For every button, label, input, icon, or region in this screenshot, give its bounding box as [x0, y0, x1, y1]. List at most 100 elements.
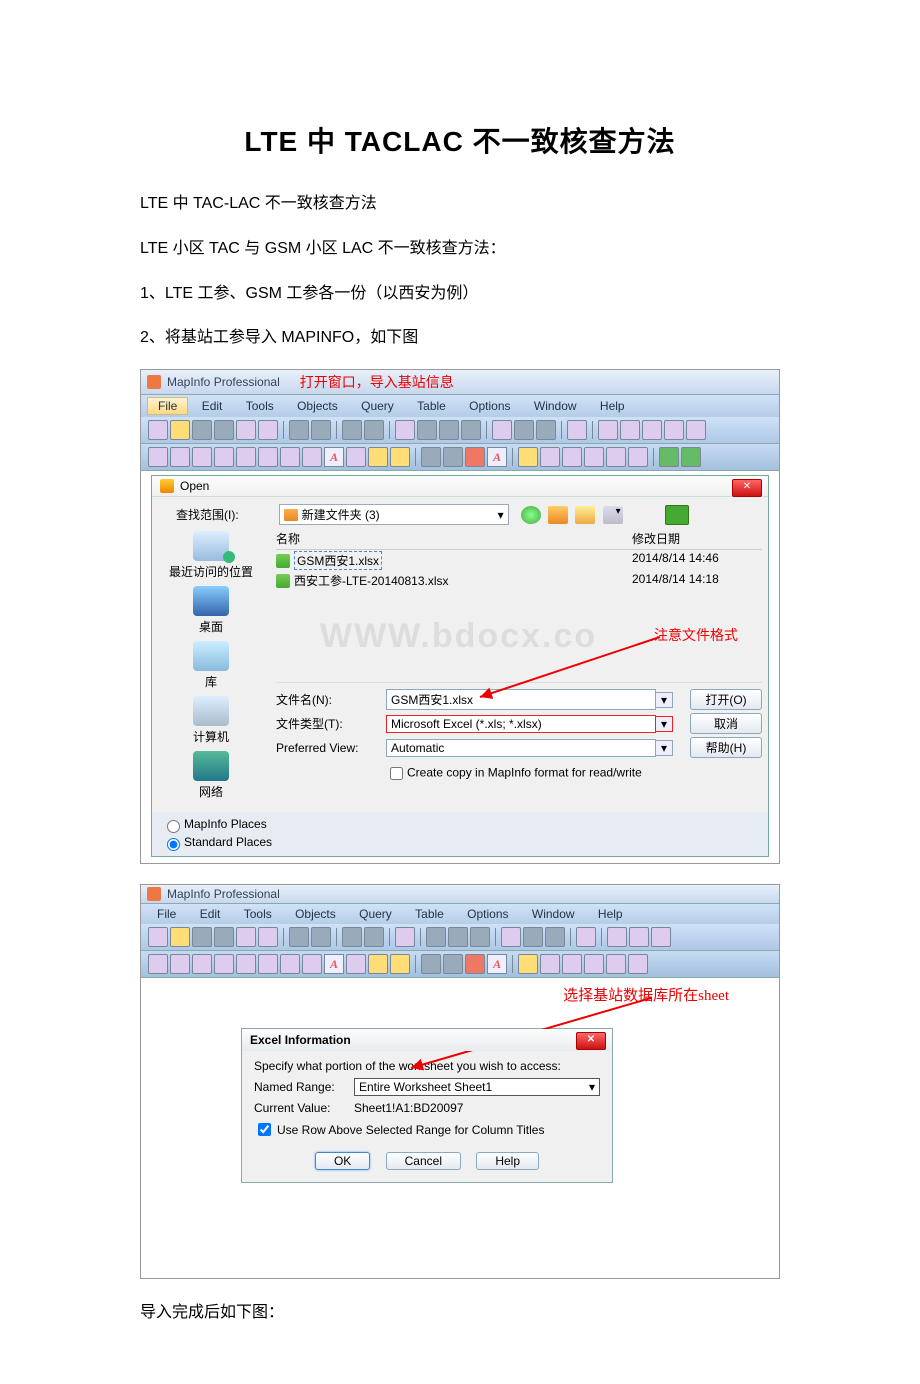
nav-up-icon[interactable]: [548, 506, 568, 524]
toolbar-icon[interactable]: [567, 420, 587, 440]
toolbar-icon[interactable]: [170, 420, 190, 440]
toolbar-icon[interactable]: [236, 927, 256, 947]
menu-objects[interactable]: Objects: [287, 398, 348, 414]
toolbar-icon[interactable]: [514, 420, 534, 440]
menu-table[interactable]: Table: [407, 398, 456, 414]
toolbar-icon[interactable]: [518, 447, 538, 467]
open-button[interactable]: 打开(O): [690, 689, 762, 710]
toolbar-icon[interactable]: [628, 954, 648, 974]
toolbar-icon[interactable]: [148, 927, 168, 947]
create-copy-checkbox[interactable]: [390, 767, 403, 780]
toolbar-icon[interactable]: [443, 954, 463, 974]
toolbar-icon[interactable]: [536, 420, 556, 440]
sidebar-recent[interactable]: 最近访问的位置: [156, 531, 266, 580]
toolbar-icon[interactable]: [606, 447, 626, 467]
toolbar-icon[interactable]: [629, 927, 649, 947]
menu-edit[interactable]: Edit: [190, 906, 231, 922]
toolbar-icon[interactable]: [523, 927, 543, 947]
toolbar-icon[interactable]: [501, 927, 521, 947]
sidebar-network[interactable]: 网络: [156, 751, 266, 800]
col-name[interactable]: 名称: [276, 530, 632, 547]
toolbar-icon[interactable]: [426, 927, 446, 947]
sidebar-desktop[interactable]: 桌面: [156, 586, 266, 635]
menu-edit[interactable]: Edit: [192, 398, 233, 414]
toolbar-icon[interactable]: [236, 954, 256, 974]
sidebar-libraries[interactable]: 库: [156, 641, 266, 690]
toolbar-icon[interactable]: [421, 447, 441, 467]
menu-file[interactable]: File: [147, 906, 186, 922]
nav-view-icon[interactable]: [603, 506, 623, 524]
toolbar-icon[interactable]: [170, 927, 190, 947]
close-button[interactable]: ✕: [732, 479, 762, 497]
help-button[interactable]: Help: [476, 1152, 539, 1170]
nav-newfolder-icon[interactable]: [575, 506, 595, 524]
menu-help[interactable]: Help: [588, 906, 633, 922]
menu-options[interactable]: Options: [457, 906, 518, 922]
menu-help[interactable]: Help: [590, 398, 635, 414]
col-date[interactable]: 修改日期: [632, 530, 762, 547]
close-button[interactable]: ✕: [576, 1032, 606, 1050]
toolbar-icon[interactable]: [170, 447, 190, 467]
toolbar-icon[interactable]: [258, 447, 278, 467]
toolbar-icon[interactable]: [421, 954, 441, 974]
toolbar-icon[interactable]: [448, 927, 468, 947]
toolbar-icon[interactable]: [364, 420, 384, 440]
cancel-button[interactable]: Cancel: [386, 1152, 461, 1170]
toolbar-icon[interactable]: [214, 447, 234, 467]
toolbar-icon[interactable]: [302, 954, 322, 974]
toolbar-icon[interactable]: [368, 447, 388, 467]
toggle-button[interactable]: [665, 505, 689, 525]
toolbar-icon[interactable]: [236, 420, 256, 440]
toolbar-icon[interactable]: [390, 447, 410, 467]
toolbar-icon[interactable]: [651, 927, 671, 947]
radio-mapinfo-places[interactable]: MapInfo Places: [162, 816, 758, 834]
toolbar-icon[interactable]: [540, 447, 560, 467]
toolbar-icon[interactable]: [395, 927, 415, 947]
toolbar-icon[interactable]: [681, 447, 701, 467]
menu-table[interactable]: Table: [405, 906, 454, 922]
toolbar-icon[interactable]: [258, 954, 278, 974]
toolbar-icon[interactable]: [236, 447, 256, 467]
toolbar-icon[interactable]: [192, 447, 212, 467]
toolbar-icon[interactable]: [518, 954, 538, 974]
toolbar-icon[interactable]: [470, 927, 490, 947]
cancel-button[interactable]: 取消: [690, 713, 762, 734]
toolbar-icon[interactable]: [289, 927, 309, 947]
named-range-combo[interactable]: Entire Worksheet Sheet1▾: [354, 1078, 600, 1096]
toolbar-icon[interactable]: [545, 927, 565, 947]
filetype-combo[interactable]: Microsoft Excel (*.xls; *.xlsx): [386, 715, 656, 733]
toolbar-icon[interactable]: [439, 420, 459, 440]
toolbar-icon[interactable]: [258, 927, 278, 947]
toolbar-letter[interactable]: A: [487, 447, 507, 467]
file-row[interactable]: GSM西安1.xlsx 2014/8/14 14:46: [276, 550, 762, 571]
radio-standard-places[interactable]: Standard Places: [162, 834, 758, 852]
toolbar-letter[interactable]: A: [487, 954, 507, 974]
filename-input[interactable]: GSM西安1.xlsx: [386, 689, 656, 710]
toolbar-icon[interactable]: [465, 447, 485, 467]
toolbar-icon[interactable]: [346, 954, 366, 974]
dropdown-icon[interactable]: ▾: [656, 740, 673, 756]
menu-window[interactable]: Window: [522, 906, 585, 922]
toolbar-icon[interactable]: [620, 420, 640, 440]
toolbar-icon[interactable]: [562, 954, 582, 974]
menu-tools[interactable]: Tools: [234, 906, 282, 922]
toolbar-icon[interactable]: [342, 420, 362, 440]
toolbar-icon[interactable]: [395, 420, 415, 440]
toolbar-icon[interactable]: [584, 954, 604, 974]
toolbar-icon[interactable]: [598, 420, 618, 440]
menu-query[interactable]: Query: [351, 398, 404, 414]
toolbar-icon[interactable]: [346, 447, 366, 467]
toolbar-icon[interactable]: [606, 954, 626, 974]
toolbar-icon[interactable]: [192, 954, 212, 974]
toolbar-icon[interactable]: [364, 927, 384, 947]
toolbar-icon[interactable]: [417, 420, 437, 440]
toolbar-icon[interactable]: [280, 447, 300, 467]
toolbar-icon[interactable]: [148, 954, 168, 974]
toolbar-icon[interactable]: [562, 447, 582, 467]
toolbar-icon[interactable]: [214, 420, 234, 440]
prefview-combo[interactable]: Automatic: [386, 739, 656, 757]
toolbar-icon[interactable]: [148, 447, 168, 467]
toolbar-icon[interactable]: [492, 420, 512, 440]
help-button[interactable]: 帮助(H): [690, 737, 762, 758]
toolbar-icon[interactable]: [576, 927, 596, 947]
